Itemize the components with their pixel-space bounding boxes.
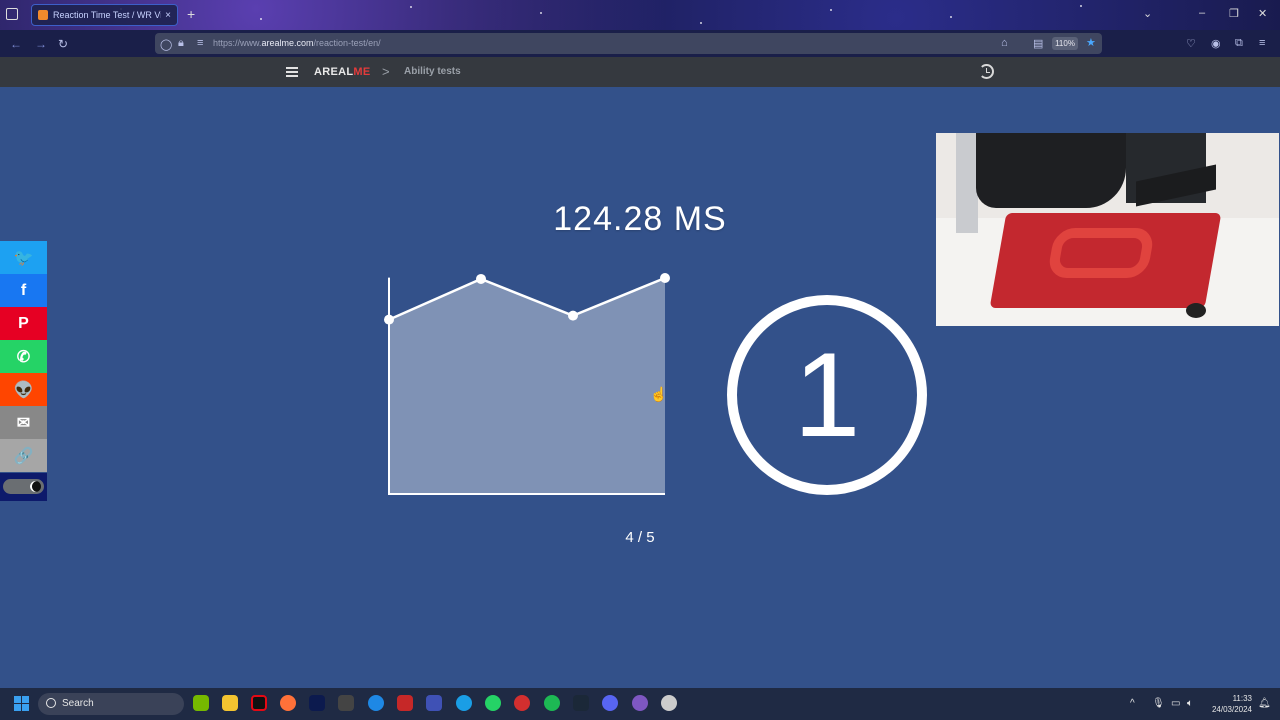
countdown-circle[interactable]: 1	[727, 295, 927, 495]
spotify-icon[interactable]	[544, 695, 560, 711]
nvidia-icon[interactable]	[193, 695, 209, 711]
chart-point-4	[660, 272, 670, 283]
breadcrumb-ability-tests[interactable]: Ability tests	[404, 66, 461, 77]
extensions-icon[interactable]: ⧉	[1235, 37, 1243, 50]
disney-plus-icon[interactable]	[309, 695, 325, 711]
minimize-icon[interactable]: –	[1199, 7, 1205, 19]
site-logo[interactable]: AREALME	[314, 66, 371, 78]
url-text[interactable]: https://www.arealme.com/reaction-test/en…	[213, 38, 381, 48]
pinterest-icon: P	[18, 314, 29, 332]
tab-close-icon[interactable]: ×	[165, 10, 171, 21]
reaction-time-chart	[384, 272, 670, 495]
copy-link-icon: 🔗	[13, 447, 34, 465]
network-icon[interactable]: ▭	[1171, 698, 1180, 709]
steam-icon[interactable]	[573, 695, 589, 711]
twitter-icon: 🐦	[13, 249, 34, 267]
red-app-icon[interactable]	[514, 695, 530, 711]
bookmark-star-icon[interactable]: ★	[1086, 36, 1096, 49]
notifications-icon[interactable]: 🔔︎	[1258, 698, 1271, 709]
whatsapp-taskbar-icon[interactable]	[485, 695, 501, 711]
clock-time: 11:33	[1232, 694, 1252, 703]
reader-view-icon[interactable]: ▤	[1033, 37, 1043, 50]
breadcrumb-separator: >	[382, 64, 390, 79]
vpn-icon[interactable]	[426, 695, 442, 711]
whatsapp-share-button[interactable]: ✆	[0, 340, 47, 373]
attempt-counter: 4 / 5	[625, 529, 655, 546]
forward-icon[interactable]: →	[35, 37, 47, 51]
menu-icon[interactable]: ≡	[1259, 37, 1265, 49]
netflix-icon[interactable]	[251, 695, 267, 711]
chart-point-2	[476, 273, 486, 284]
history-icon[interactable]	[979, 64, 994, 79]
chart-area	[389, 277, 665, 494]
email-icon: ✉	[16, 414, 31, 432]
discord-icon[interactable]	[602, 695, 618, 711]
webcam-overlay	[936, 133, 1279, 326]
tab-title: Reaction Time Test / WR Video	[53, 10, 161, 20]
purple-app-icon[interactable]	[632, 695, 648, 711]
taskbar-clock[interactable]: 11:33 24/03/2024	[1206, 693, 1252, 715]
webcam-monitor-stand	[956, 133, 978, 233]
favicon-icon	[38, 10, 48, 20]
taskbar-search[interactable]: Search	[38, 693, 184, 715]
email-share-button[interactable]: ✉	[0, 406, 47, 439]
close-window-icon[interactable]: ✕	[1258, 7, 1267, 20]
reload-icon[interactable]: ↻	[58, 37, 68, 51]
page-action-icon[interactable]: ⌂	[1001, 37, 1008, 49]
volume-icon[interactable]: 🔈︎	[1187, 698, 1193, 709]
tray-chevron-icon[interactable]: ^	[1130, 698, 1135, 709]
pinterest-share-button[interactable]: P	[0, 307, 47, 340]
app-icon[interactable]	[338, 695, 354, 711]
reddit-icon: 👽	[13, 381, 34, 399]
chart-point-3	[568, 310, 578, 321]
tab-list-icon[interactable]	[6, 8, 18, 20]
social-share-bar: 🐦 f P ✆ 👽 ✉ 🔗	[0, 241, 47, 472]
countdown-number: 1	[793, 328, 861, 462]
facebook-icon: f	[20, 281, 27, 299]
list-tabs-chevron-icon[interactable]: ⌄	[1143, 7, 1152, 20]
site-header	[0, 57, 1280, 87]
chart-point-1	[384, 314, 394, 325]
edge-icon[interactable]	[456, 695, 472, 711]
chatgpt-icon[interactable]	[661, 695, 677, 711]
webcam-arm	[976, 133, 1126, 208]
media-player-icon[interactable]	[368, 695, 384, 711]
webcam-mousepad-logo	[1046, 228, 1156, 278]
site-permissions-icon[interactable]: ≡	[197, 37, 203, 49]
hand-cursor-icon: ☝	[650, 386, 668, 402]
twitter-share-button[interactable]: 🐦	[0, 241, 47, 274]
shield-icon[interactable]: ◯	[160, 38, 172, 51]
new-tab-button[interactable]: +	[187, 6, 195, 22]
back-icon[interactable]: ←	[10, 37, 22, 51]
theme-toggle-container	[0, 473, 47, 501]
restore-icon[interactable]: ❐	[1229, 7, 1239, 20]
copy-link-share-button[interactable]: 🔗	[0, 439, 47, 472]
zoom-level[interactable]: 110%	[1052, 37, 1078, 50]
windows-start-icon[interactable]	[14, 696, 29, 711]
account-icon[interactable]: ◉	[1211, 37, 1221, 50]
lock-icon[interactable]: 🔒︎	[178, 37, 184, 50]
clock-date: 24/03/2024	[1211, 705, 1252, 714]
facebook-share-button[interactable]: f	[0, 274, 47, 307]
whatsapp-icon: ✆	[16, 348, 31, 366]
firefox-icon[interactable]	[280, 695, 296, 711]
reddit-share-button[interactable]: 👽	[0, 373, 47, 406]
pocket-icon[interactable]: ♡	[1186, 37, 1196, 50]
game-launcher-icon[interactable]	[397, 695, 413, 711]
browser-tab-active[interactable]: Reaction Time Test / WR Video ×	[31, 4, 178, 26]
dark-mode-toggle[interactable]	[3, 479, 44, 494]
webcam-mouse	[1186, 303, 1206, 318]
file-explorer-icon[interactable]	[222, 695, 238, 711]
microphone-icon[interactable]: 🎙︎	[1152, 698, 1165, 709]
hamburger-menu-icon[interactable]	[286, 67, 298, 77]
